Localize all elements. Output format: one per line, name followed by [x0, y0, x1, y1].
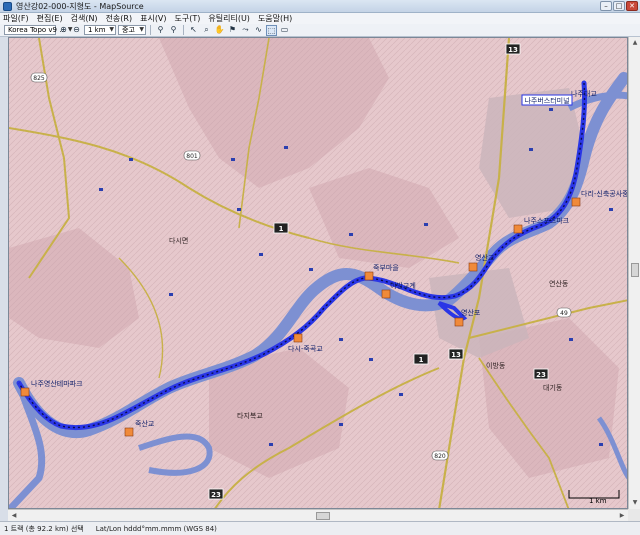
chevron-down-icon: ▼	[109, 26, 114, 33]
window-title: 영산강02-000-지형도 - MapSource	[16, 1, 144, 11]
poi-naju-bus[interactable]: 나주버스터미널	[521, 94, 573, 106]
svg-text:825: 825	[33, 75, 45, 82]
zoom-select-value: 1 km	[88, 26, 106, 34]
vertical-scroll-thumb[interactable]	[631, 263, 639, 277]
zoom-tool-icon[interactable]: ⌕	[201, 25, 212, 36]
menu-bar: 파일(F) 편집(E) 검색(N) 전송(R) 표시(V) 도구(T) 유틸리티…	[0, 13, 640, 24]
svg-text:죽산교: 죽산교	[135, 419, 155, 428]
left-panel-edge	[0, 37, 8, 521]
shield-23-south: 23	[208, 488, 224, 500]
svg-text:1: 1	[419, 356, 424, 364]
detail-select[interactable]: 중고 ▼	[118, 25, 146, 35]
place-dasimyeon: 다시면	[169, 236, 188, 245]
place-tajido: 타지복교	[237, 411, 263, 420]
svg-text:801: 801	[186, 153, 198, 160]
pointer-tool-icon[interactable]: ⬚	[266, 24, 277, 36]
zoom-out-icon[interactable]: ⊖	[71, 25, 82, 36]
close-button[interactable]: ✕	[626, 1, 638, 11]
menu-tools[interactable]: 도구(T)	[175, 13, 201, 24]
shield-1-center: 1	[413, 353, 429, 365]
title-bar: 영산강02-000-지형도 - MapSource – □ ✕	[0, 0, 640, 13]
vertical-scrollbar[interactable]: ▲ ▼	[628, 37, 640, 509]
poi-naju-daegyo[interactable]: 나주대교	[571, 89, 597, 98]
svg-text:영산포: 영산포	[461, 308, 481, 317]
map-view[interactable]: 13 1 13 23 23 1 49 825 801 820 나주대교 나주버스…	[8, 37, 628, 509]
shield-13-south: 13	[448, 348, 464, 360]
status-bar: 1 트랙 (총 92.2 km) 선택 Lat/Lon hddd°mm.mmm …	[0, 521, 640, 535]
svg-text:나주영산테마파크: 나주영산테마파크	[31, 379, 83, 388]
zoom-select[interactable]: 1 km ▼	[84, 25, 116, 35]
product-select[interactable]: Korea Topo v9 ... ▼	[4, 25, 73, 35]
svg-text:다리-신축공사중: 다리-신축공사중	[581, 189, 628, 198]
route-tool-icon[interactable]: ⤳	[240, 25, 251, 36]
svg-text:나주버스터미널: 나주버스터미널	[524, 96, 569, 105]
status-track: 1 트랙 (총 92.2 km) 선택	[4, 524, 84, 533]
place-daegidong: 대기동	[543, 383, 563, 392]
shield-13-north: 13	[505, 43, 521, 55]
horizontal-scrollbar[interactable]: ◀ ▶	[8, 509, 628, 521]
map-canvas[interactable]: 13 1 13 23 23 1 49 825 801 820 나주대교 나주버스…	[9, 38, 628, 509]
menu-file[interactable]: 파일(F)	[3, 13, 29, 24]
horizontal-scroll-thumb[interactable]	[316, 512, 330, 520]
shield-820: 820	[431, 450, 449, 461]
menu-utilities[interactable]: 유틸리티(U)	[208, 13, 250, 24]
svg-text:영산교: 영산교	[475, 253, 495, 262]
hand-tool-icon[interactable]: ✋	[214, 25, 225, 36]
scroll-up-icon[interactable]: ▲	[630, 38, 640, 48]
svg-text:1 km: 1 km	[589, 497, 607, 505]
select-tool-icon[interactable]: ↖	[188, 25, 199, 36]
scrollbar-corner	[628, 509, 640, 521]
svg-text:49: 49	[560, 310, 568, 317]
svg-text:820: 820	[434, 453, 446, 460]
waypoint-tool-icon[interactable]: ⚑	[227, 25, 238, 36]
app-icon	[3, 1, 12, 11]
svg-text:이방교계: 이방교계	[390, 281, 416, 290]
detail-select-value: 중고	[122, 26, 135, 34]
menu-find[interactable]: 검색(N)	[71, 13, 98, 24]
svg-text:13: 13	[451, 351, 461, 359]
map-binoculars-icon[interactable]: ⚲	[168, 25, 179, 36]
track-tool-icon[interactable]: ∿	[253, 25, 264, 36]
scroll-down-icon[interactable]: ▼	[630, 498, 640, 508]
shield-825: 825	[30, 72, 48, 83]
menu-view[interactable]: 표시(V)	[140, 13, 166, 24]
shield-23-east: 23	[533, 368, 549, 380]
minimize-button[interactable]: –	[600, 1, 612, 11]
place-ibangdong: 이방동	[486, 361, 506, 370]
svg-text:나주스포츠파크: 나주스포츠파크	[524, 216, 570, 225]
place-yeonsandong: 연산동	[549, 279, 569, 288]
svg-text:13: 13	[508, 46, 518, 54]
binoculars-icon[interactable]: ⚲	[155, 25, 166, 36]
scroll-right-icon[interactable]: ▶	[617, 511, 627, 521]
svg-text:23: 23	[536, 371, 546, 379]
zoom-in-icon[interactable]: ⊕	[58, 25, 69, 36]
menu-transfer[interactable]: 전송(R)	[106, 13, 133, 24]
shield-49: 49	[556, 307, 572, 318]
toolbar: Korea Topo v9 ... ▼ ⊕ ⊖ 1 km ▼ 중고 ▼ ⚲ ⚲ ↖ ⌕…	[0, 24, 640, 37]
toolbar-separator	[183, 25, 184, 35]
toolbar-separator	[150, 25, 151, 35]
status-coords: Lat/Lon hddd°mm.mmm (WGS 84)	[95, 524, 217, 533]
maximize-button[interactable]: □	[613, 1, 625, 11]
menu-help[interactable]: 도움말(H)	[258, 13, 292, 24]
svg-text:1: 1	[279, 225, 284, 233]
scroll-left-icon[interactable]: ◀	[9, 511, 19, 521]
shield-801: 801	[183, 150, 201, 161]
shield-1: 1	[273, 222, 289, 234]
svg-text:나주대교: 나주대교	[571, 89, 597, 98]
svg-text:23: 23	[211, 491, 221, 499]
chevron-down-icon: ▼	[139, 26, 144, 33]
svg-text:다시-죽곡교: 다시-죽곡교	[288, 344, 323, 353]
measure-tool-icon[interactable]: ▭	[279, 25, 290, 36]
menu-edit[interactable]: 편집(E)	[37, 13, 63, 24]
svg-text:죽부마을: 죽부마을	[373, 263, 399, 272]
